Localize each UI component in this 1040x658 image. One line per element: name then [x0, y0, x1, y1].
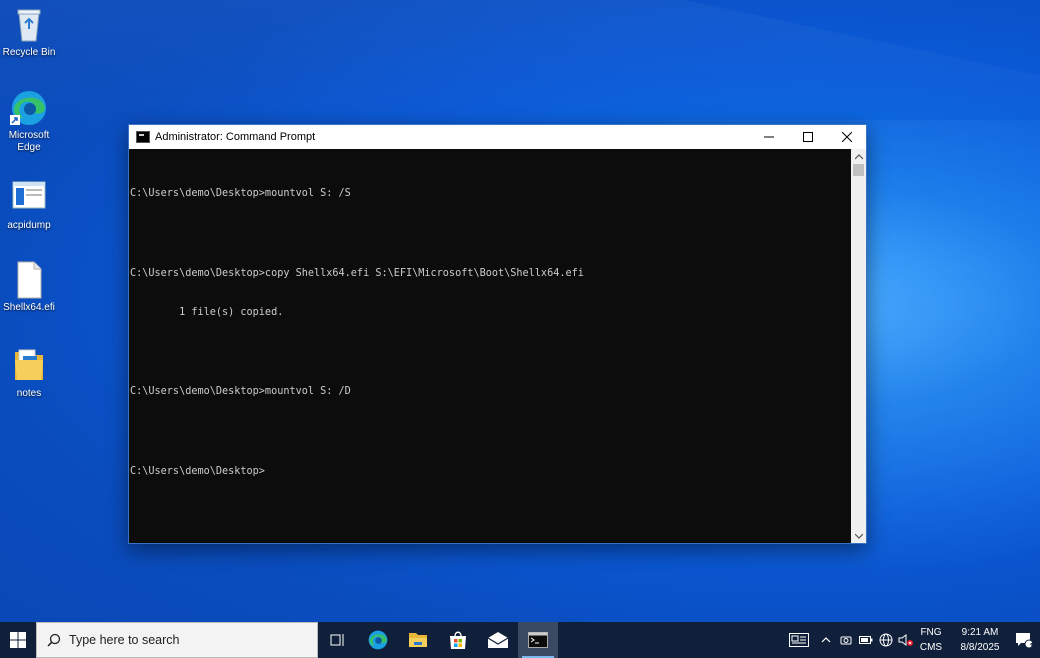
- cmd-icon: [136, 131, 150, 143]
- console-prompt: C:\Users\demo\Desktop>: [130, 465, 265, 477]
- taskbar: Type here to search FNG CMS 9:21 AM 8/8/…: [0, 622, 1040, 658]
- desktop-icon-label: Shellx64.efi: [3, 302, 55, 313]
- input-language-button[interactable]: FNG CMS: [916, 625, 946, 655]
- desktop-icon-notes[interactable]: notes: [0, 346, 59, 400]
- edge-icon: [368, 630, 388, 650]
- chevron-down-icon: [854, 533, 863, 539]
- application-icon: [9, 178, 49, 218]
- taskbar-search-box[interactable]: Type here to search: [36, 622, 318, 658]
- maximize-button[interactable]: [788, 125, 827, 149]
- desktop-icon-recycle-bin[interactable]: Recycle Bin: [0, 5, 59, 59]
- maximize-icon: [802, 132, 813, 142]
- globe-icon: [879, 633, 893, 647]
- cmd-icon: [528, 632, 548, 648]
- task-view-button[interactable]: [318, 622, 358, 658]
- desktop-icon-acpidump[interactable]: acpidump: [0, 178, 59, 232]
- desktop-icon-microsoft-edge[interactable]: Microsoft Edge: [0, 88, 59, 154]
- desktop-icon-label: acpidump: [7, 220, 51, 231]
- taskbar-command-prompt[interactable]: [518, 622, 558, 658]
- news-icon: [789, 633, 809, 647]
- window-title: Administrator: Command Prompt: [155, 131, 316, 143]
- console-line: 1 file(s) copied.: [130, 307, 284, 319]
- store-icon: [450, 631, 466, 649]
- tray-network-button[interactable]: [876, 622, 896, 658]
- file-icon: [9, 260, 49, 300]
- close-button[interactable]: [827, 125, 866, 149]
- clock-date: 8/8/2025: [960, 642, 1000, 653]
- show-hidden-icons-button[interactable]: [816, 622, 836, 658]
- news-widget-button[interactable]: [782, 622, 816, 658]
- notification-count: 1: [1029, 642, 1034, 651]
- console-line: C:\Users\demo\Desktop>mountvol S: /S: [130, 188, 351, 200]
- mail-icon: [487, 632, 509, 648]
- recycle-bin-icon: [9, 5, 49, 45]
- tray-camera-button[interactable]: [836, 622, 856, 658]
- taskbar-mail[interactable]: [478, 622, 518, 658]
- edge-icon: [9, 88, 49, 128]
- console-output[interactable]: C:\Users\demo\Desktop>mountvol S: /S ​ C…: [129, 149, 851, 543]
- folder-icon: [9, 346, 49, 386]
- desktop-icon-label: Recycle Bin: [2, 47, 56, 58]
- close-icon: [841, 132, 852, 142]
- taskbar-file-explorer[interactable]: [398, 622, 438, 658]
- scroll-down-button[interactable]: [851, 528, 866, 543]
- task-view-icon: [330, 634, 344, 646]
- battery-icon: [859, 636, 873, 644]
- scroll-thumb[interactable]: [853, 164, 864, 176]
- clock-time: 9:21 AM: [961, 627, 999, 638]
- keyboard-layout: CMS: [919, 642, 943, 653]
- clock-button[interactable]: 9:21 AM 8/8/2025: [952, 625, 1008, 655]
- window-titlebar[interactable]: Administrator: Command Prompt: [129, 125, 866, 149]
- console-line: ​: [130, 227, 851, 240]
- desktop-icon-label: Microsoft Edge: [8, 130, 50, 153]
- console-line: ​: [130, 346, 851, 359]
- minimize-button[interactable]: [749, 125, 788, 149]
- scroll-up-button[interactable]: [851, 149, 866, 164]
- chevron-up-icon: [854, 153, 863, 159]
- desktop-icon-shellx64[interactable]: Shellx64.efi: [0, 260, 59, 314]
- taskbar-edge[interactable]: [358, 622, 398, 658]
- taskbar-store[interactable]: [438, 622, 478, 658]
- folder-icon: [409, 633, 427, 647]
- console-line: C:\Users\demo\Desktop>mountvol S: /D: [130, 386, 351, 398]
- search-icon: [47, 633, 61, 647]
- vertical-scrollbar[interactable]: [851, 149, 866, 543]
- console-line: ​: [130, 425, 851, 438]
- tray-volume-button[interactable]: [896, 622, 916, 658]
- action-center-button[interactable]: 1: [1008, 622, 1040, 658]
- language-code: FNG: [920, 627, 942, 638]
- start-button[interactable]: [0, 622, 36, 658]
- search-placeholder: Type here to search: [69, 633, 180, 647]
- volume-muted-icon: [898, 634, 913, 646]
- tray-battery-button[interactable]: [856, 622, 876, 658]
- minimize-icon: [763, 136, 774, 138]
- camera-icon: [840, 636, 852, 645]
- command-prompt-window[interactable]: Administrator: Command Prompt C:\Users\d…: [128, 124, 867, 544]
- system-tray: FNG CMS 9:21 AM 8/8/2025 1: [782, 622, 1040, 658]
- desktop-icon-label: notes: [16, 388, 42, 399]
- console-line: C:\Users\demo\Desktop>copy Shellx64.efi …: [130, 267, 584, 279]
- windows-logo-icon: [10, 632, 26, 648]
- chevron-up-icon: [821, 637, 831, 643]
